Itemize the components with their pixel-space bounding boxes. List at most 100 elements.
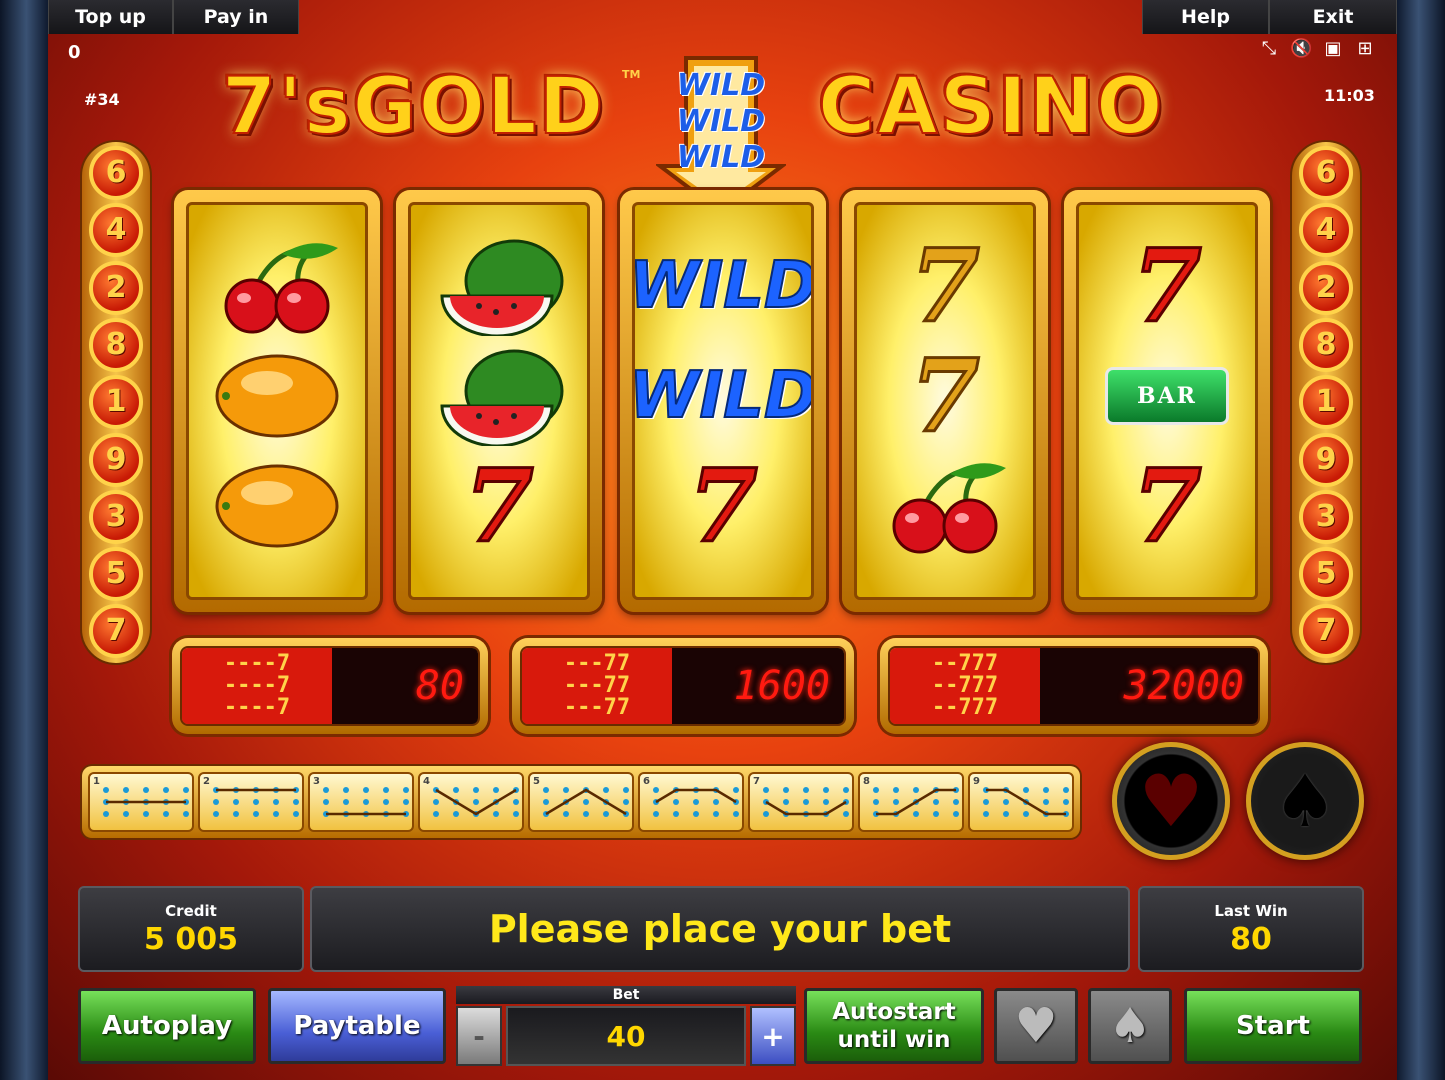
line-button-4[interactable]: 4: [418, 772, 524, 832]
pay-in-button[interactable]: Pay in: [173, 0, 299, 34]
line-number-indicator: 5: [1299, 547, 1353, 602]
seven-symbol-text: 7: [463, 447, 536, 565]
bet-value: 40: [506, 1006, 746, 1066]
pay-value: 32000: [1040, 648, 1258, 724]
reel-symbol-orange: [189, 451, 365, 561]
credit-value: 5 005: [144, 922, 238, 957]
cherry-icon: [892, 463, 1006, 554]
message-panel: Please place your bet: [310, 886, 1130, 972]
line-number-indicator: 8: [1299, 317, 1353, 372]
line-number-indicator: 6: [89, 146, 143, 200]
paytable-panel-2: ---77 ---77 ---77 1600: [512, 638, 854, 734]
paytable-panel-3: --777 --777 --777 32000: [880, 638, 1268, 734]
pay-pattern: --777 --777 --777: [890, 648, 1040, 724]
orange-icon: [215, 464, 339, 548]
reel-1: [174, 190, 380, 612]
paytable-button[interactable]: Paytable: [268, 988, 446, 1064]
help-button[interactable]: Help: [1142, 0, 1269, 34]
bar-symbol-text: BAR: [1105, 367, 1229, 425]
reel-symbol-red-seven: 7: [1079, 231, 1255, 341]
line-number-indicator: 4: [89, 203, 143, 258]
line-button-8[interactable]: 8: [858, 772, 964, 832]
grid-icon[interactable]: ⊞: [1354, 38, 1376, 60]
seven-symbol-text: 7: [1131, 447, 1204, 565]
line-button-5[interactable]: 5: [528, 772, 634, 832]
heart-outline-icon: ♥: [1014, 998, 1058, 1054]
gamble-red-button[interactable]: ♥: [1112, 742, 1230, 860]
exit-button[interactable]: Exit: [1269, 0, 1397, 34]
credit-label: Credit: [165, 902, 217, 920]
spade-outline-icon: ♠: [1108, 998, 1152, 1054]
credit-panel: Credit 5 005: [78, 886, 304, 972]
left-frame: [0, 0, 48, 1080]
reel-2: 7: [396, 190, 602, 612]
window-icon[interactable]: ▣: [1322, 38, 1344, 60]
mute-icon[interactable]: 🔇: [1290, 38, 1312, 60]
line-number-indicator: 3: [89, 489, 143, 544]
line-number-indicator: 9: [89, 432, 143, 487]
gold-seven-symbol-text: 7: [909, 337, 982, 455]
line-button-6[interactable]: 6: [638, 772, 744, 832]
last-win-label: Last Win: [1214, 902, 1288, 920]
reel-symbol-wild: WILD: [635, 231, 811, 341]
reel-symbol-watermelon: [411, 231, 587, 341]
pay-value: 80: [332, 648, 478, 724]
bet-increase-button[interactable]: +: [750, 1006, 796, 1066]
reel-symbol-red-seven: 7: [1079, 451, 1255, 561]
trademark: TM: [622, 68, 641, 81]
reel-symbol-red-seven: 7: [635, 451, 811, 561]
pay-pattern: ----7 ----7 ----7: [182, 648, 332, 724]
last-win-panel: Last Win 80: [1138, 886, 1364, 972]
line-number-indicator: 6: [1299, 146, 1353, 200]
wild-symbol-text: WILD: [632, 358, 814, 434]
line-number-indicator: 1: [1299, 375, 1353, 430]
gamble-black-disabled-button[interactable]: ♠: [1088, 988, 1172, 1064]
line-button-7[interactable]: 7: [748, 772, 854, 832]
line-button-1[interactable]: 1: [88, 772, 194, 832]
top-balance: 0: [68, 42, 81, 63]
gamble-red-disabled-button[interactable]: ♥: [994, 988, 1078, 1064]
paytable-panel-1: ----7 ----7 ----7 80: [172, 638, 488, 734]
spade-icon: ♠: [1272, 759, 1338, 843]
line-number-indicator: 5: [89, 547, 143, 602]
payline-pattern-icon: [103, 787, 189, 817]
cherry-icon: [224, 243, 338, 334]
reel-symbol-wild: WILD: [635, 341, 811, 451]
reel-4: 77: [842, 190, 1048, 612]
logo-casino: CASINO: [817, 61, 1165, 153]
payline-pattern-icon: [543, 787, 629, 817]
watermelon-icon: [440, 239, 564, 336]
bet-control: Bet - 40 +: [456, 986, 796, 1066]
reel-symbol-orange: [189, 341, 365, 451]
line-number-indicator: 2: [1299, 260, 1353, 315]
reel-symbol-watermelon: [411, 341, 587, 451]
reel-symbol-gold-seven: 7: [857, 231, 1033, 341]
autoplay-button[interactable]: Autoplay: [78, 988, 256, 1064]
line-button-3[interactable]: 3: [308, 772, 414, 832]
payline-pattern-icon: [873, 787, 959, 817]
wild-word-3: WILD: [676, 140, 766, 175]
reel-symbol-cherry: [857, 451, 1033, 561]
autostart-until-win-button[interactable]: Autostart until win: [804, 988, 984, 1064]
top-up-button[interactable]: Top up: [48, 0, 173, 34]
payline-pattern-icon: [433, 787, 519, 817]
gamble-black-button[interactable]: ♠: [1246, 742, 1364, 860]
fullscreen-off-icon[interactable]: ⤡: [1258, 38, 1280, 60]
payline-pattern-icon: [653, 787, 739, 817]
line-number-indicator: 7: [1299, 604, 1353, 659]
line-selector: 123456789: [82, 766, 1080, 838]
line-button-9[interactable]: 9: [968, 772, 1074, 832]
last-win-value: 80: [1230, 922, 1272, 957]
bet-decrease-button[interactable]: -: [456, 1006, 502, 1066]
reel-symbol-gold-seven: 7: [857, 341, 1033, 451]
start-button[interactable]: Start: [1184, 988, 1362, 1064]
reel-5: 7 BAR 7: [1064, 190, 1270, 612]
pay-value: 1600: [672, 648, 844, 724]
payline-pattern-icon: [763, 787, 849, 817]
seven-symbol-text: 7: [1131, 227, 1204, 345]
gold-seven-symbol-text: 7: [909, 227, 982, 345]
line-number-indicator: 8: [89, 317, 143, 372]
payline-pattern-icon: [213, 787, 299, 817]
line-button-2[interactable]: 2: [198, 772, 304, 832]
autostart-line-2: until win: [837, 1027, 951, 1053]
